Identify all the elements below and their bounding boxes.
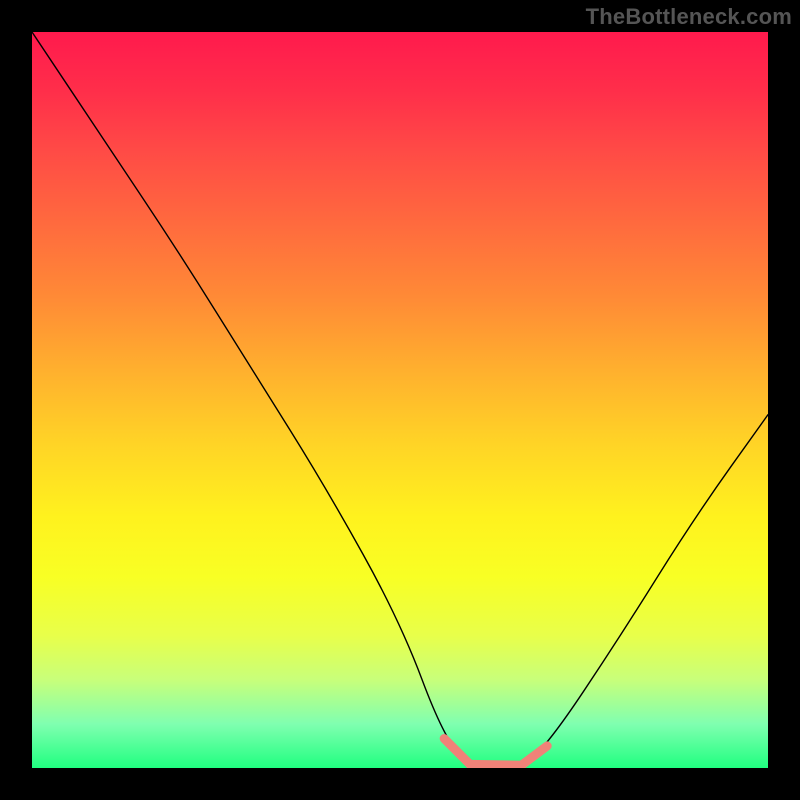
- plot-area: [32, 32, 768, 768]
- curve-svg: [32, 32, 768, 768]
- highlight-right-slope: [521, 746, 547, 765]
- watermark-text: TheBottleneck.com: [586, 4, 792, 30]
- highlight-flat: [470, 764, 522, 765]
- bottleneck-curve: [32, 32, 768, 768]
- highlight-left-slope: [444, 739, 470, 765]
- chart-frame: TheBottleneck.com: [0, 0, 800, 800]
